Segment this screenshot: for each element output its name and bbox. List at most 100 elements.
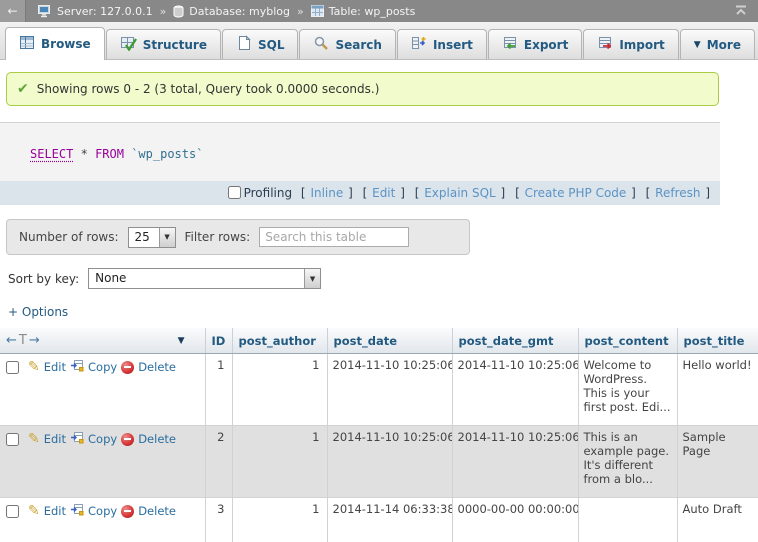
breadcrumb-table[interactable]: Table: wp_posts [329, 5, 416, 18]
sort-controls: Sort by key: None [8, 268, 758, 289]
refresh-link[interactable]: Refresh [655, 186, 700, 200]
column-header-post-content[interactable]: post_content [578, 328, 677, 354]
cell-id: 3 [205, 498, 232, 542]
cell-post-date: 2014-11-14 06:33:38 [327, 498, 452, 542]
explain-sql-link[interactable]: Explain SQL [424, 186, 496, 200]
filter-rows-label: Filter rows: [185, 230, 251, 244]
edit-query-link[interactable]: Edit [372, 186, 395, 200]
nav-right-arrow-icon[interactable]: → [29, 333, 40, 348]
row-select-checkbox[interactable] [6, 361, 19, 374]
insert-icon [411, 35, 427, 54]
options-toggle-link[interactable]: + Options [8, 305, 68, 319]
sql-keyword-select[interactable]: SELECT [30, 147, 73, 161]
browse-icon [19, 35, 35, 53]
cell-id: 1 [205, 354, 232, 426]
status-message-text: Showing rows 0 - 2 (3 total, Query took … [37, 82, 380, 96]
breadcrumb-server[interactable]: Server: 127.0.0.1 [57, 5, 153, 18]
filter-rows-input[interactable] [259, 227, 409, 247]
row-select-checkbox[interactable] [6, 433, 19, 446]
copy-row-link[interactable]: Copy [88, 360, 117, 374]
edit-row-link[interactable]: Edit [44, 504, 66, 518]
edit-pencil-icon: ✎ [28, 504, 40, 518]
edit-row-link[interactable]: Edit [44, 360, 66, 374]
import-icon [597, 35, 613, 54]
results-controls: Number of rows: 25 Filter rows: [6, 219, 470, 255]
breadcrumb: Server: 127.0.0.1 » Database: myblog » T… [38, 5, 415, 18]
profiling-label[interactable]: Profiling [228, 186, 293, 200]
column-header-post-date-gmt[interactable]: post_date_gmt [452, 328, 578, 354]
tab-bar: Browse Structure SQL Search Insert Expor… [0, 22, 758, 60]
cell-post-author: 1 [232, 426, 327, 498]
select-arrow-icon [159, 228, 175, 247]
tab-export[interactable]: Export [488, 29, 582, 59]
delete-row-icon [121, 361, 134, 374]
header-options-dropdown-icon[interactable]: ▼ [178, 336, 185, 346]
column-header-post-title[interactable]: post_title [677, 328, 758, 354]
back-button[interactable]: ← [0, 0, 26, 22]
nav-left-arrow-icon[interactable]: ← [6, 333, 17, 348]
delete-row-link[interactable]: Delete [138, 432, 176, 446]
copy-row-link[interactable]: Copy [88, 432, 117, 446]
tab-label: Search [335, 38, 381, 52]
delete-row-link[interactable]: Delete [138, 360, 176, 374]
cell-post-date: 2014-11-10 10:25:06 [327, 426, 452, 498]
column-header-post-date[interactable]: post_date [327, 328, 452, 354]
query-section: SELECT * FROM `wp_posts` Profiling [ Inl… [0, 122, 720, 205]
rows-per-page-select[interactable]: 25 [128, 227, 176, 248]
search-icon [313, 35, 329, 54]
cell-post-title: Auto Draft [677, 498, 758, 542]
chevron-down-icon: ▼ [694, 40, 701, 50]
column-header-id[interactable]: ID [205, 328, 232, 354]
sort-by-key-label: Sort by key: [8, 272, 79, 286]
column-header-post-author[interactable]: post_author [232, 328, 327, 354]
cell-id: 2 [205, 426, 232, 498]
results-table: ← T → ▼ ID post_author post_date post_da… [0, 328, 758, 542]
sql-star: * [81, 147, 88, 161]
breadcrumb-separator: » [160, 5, 167, 18]
sort-by-key-select[interactable]: None [88, 268, 321, 289]
number-of-rows-label: Number of rows: [19, 230, 119, 244]
tab-insert[interactable]: Insert [397, 29, 487, 59]
copy-row-link[interactable]: Copy [88, 504, 117, 518]
delete-row-link[interactable]: Delete [138, 504, 176, 518]
tab-label: More [707, 38, 741, 52]
cell-post-date-gmt: 2014-11-10 10:25:06 [452, 354, 578, 426]
header-actions: ← T → ▼ [0, 328, 205, 354]
profiling-checkbox[interactable] [228, 186, 241, 199]
table-icon [311, 5, 324, 17]
table-header-row: ← T → ▼ ID post_author post_date post_da… [0, 328, 758, 354]
cell-post-date-gmt: 2014-11-10 10:25:06 [452, 426, 578, 498]
copy-row-icon [70, 503, 84, 519]
tab-structure[interactable]: Structure [106, 29, 221, 59]
server-icon [38, 5, 52, 18]
cell-post-content: This is an example page. It's different … [578, 426, 677, 498]
delete-row-icon [121, 505, 134, 518]
tab-import[interactable]: Import [583, 29, 678, 59]
success-check-icon: ✔ [17, 82, 29, 96]
tab-more[interactable]: ▼ More [680, 29, 755, 59]
nav-tee-icon[interactable]: T [19, 333, 27, 348]
breadcrumb-bar: ← Server: 127.0.0.1 » Database: myblog »… [0, 0, 758, 22]
cell-post-author: 1 [232, 354, 327, 426]
status-message: ✔ Showing rows 0 - 2 (3 total, Query too… [6, 72, 719, 106]
cell-post-date: 2014-11-10 10:25:06 [327, 354, 452, 426]
sql-query-display: SELECT * FROM `wp_posts` [0, 123, 720, 181]
table-row: ✎ Edit Copy Delete 1 1 2014-11-10 10:25:… [0, 354, 758, 426]
tab-search[interactable]: Search [299, 29, 395, 59]
collapse-icon[interactable] [734, 4, 748, 19]
table-row: ✎ Edit Copy Delete 2 1 2014-11-10 10:25:… [0, 426, 758, 498]
cell-post-title: Sample Page [677, 426, 758, 498]
export-icon [502, 35, 518, 54]
table-row: ✎ Edit Copy Delete 3 1 2014-11-14 06:33:… [0, 498, 758, 542]
row-select-checkbox[interactable] [6, 505, 19, 518]
select-arrow-icon [304, 269, 320, 288]
edit-row-link[interactable]: Edit [44, 432, 66, 446]
tab-sql[interactable]: SQL [222, 29, 299, 59]
tab-label: Insert [433, 38, 473, 52]
breadcrumb-database[interactable]: Database: myblog [189, 5, 290, 18]
create-php-code-link[interactable]: Create PHP Code [525, 186, 627, 200]
inline-link[interactable]: Inline [310, 186, 343, 200]
tab-browse[interactable]: Browse [5, 27, 105, 60]
edit-pencil-icon: ✎ [28, 360, 40, 374]
copy-row-icon [70, 431, 84, 447]
